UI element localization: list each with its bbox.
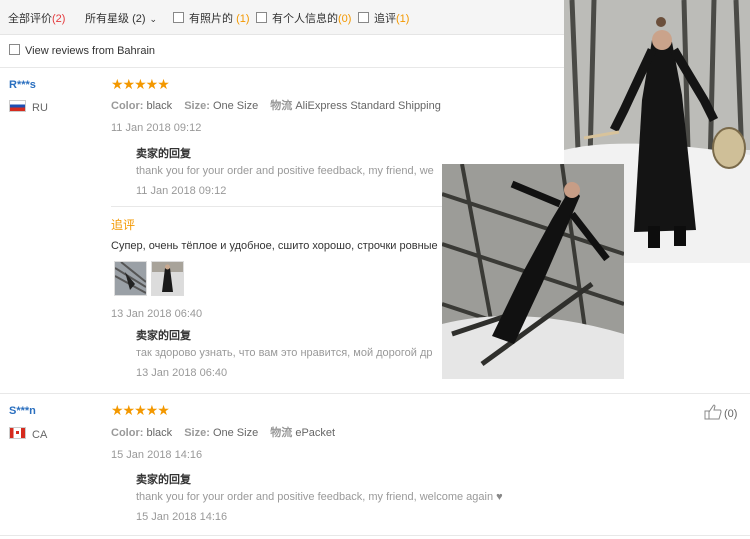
filter-info-label: 有个人信息的: [272, 13, 338, 25]
followup-text: Супер, очень тёплое и удобное, сшито хор…: [111, 240, 438, 252]
review-photo-thumbnail[interactable]: [151, 261, 184, 296]
filter-stars-label: 所有星级: [85, 13, 129, 25]
seller-reply-text: так здорово узнать, что вам это нравится…: [136, 347, 433, 359]
filter-all-label: 全部评价: [8, 13, 52, 25]
seller-reply-title: 卖家的回复: [136, 330, 191, 342]
chevron-down-icon: ⌄: [149, 14, 158, 24]
bahrain-checkbox[interactable]: [9, 44, 20, 55]
shipping-key: 物流: [270, 427, 293, 439]
divider: [0, 393, 750, 394]
filter-stars-dropdown[interactable]: 所有星级 (2) ⌄: [85, 10, 157, 26]
color-key: Color:: [111, 427, 144, 439]
reviewer-name[interactable]: R***s: [9, 79, 36, 91]
followup-date: 13 Jan 2018 06:40: [111, 308, 203, 320]
filter-stars-count: (2): [132, 13, 146, 25]
seller-reply-text: thank you for your order and positive fe…: [136, 165, 434, 177]
followup-checkbox[interactable]: [358, 12, 369, 23]
photo-checkbox[interactable]: [173, 12, 184, 23]
photo-thumb-2-image: [152, 262, 183, 295]
filter-photo-count: (1): [236, 13, 250, 25]
order-attributes: Color: black Size: One Size 物流 ePacket: [111, 424, 344, 440]
customer-photo[interactable]: [442, 164, 624, 379]
customer-photo-image: [442, 164, 624, 379]
like-button[interactable]: (0): [704, 404, 737, 420]
filter-all[interactable]: 全部评价(2): [8, 10, 65, 26]
filter-bahrain-label: View reviews from Bahrain: [25, 45, 156, 57]
reviewer-country: RU: [9, 100, 48, 114]
followup-title: 追评: [111, 218, 136, 232]
reviewer-name[interactable]: S***n: [9, 405, 36, 417]
color-value: black: [146, 100, 173, 112]
filter-bahrain[interactable]: View reviews from Bahrain: [9, 44, 155, 57]
size-value: One Size: [212, 427, 259, 439]
photo-thumb-1-image: [114, 261, 147, 295]
thumbs-up-icon: [704, 404, 722, 420]
reviewer-country: CA: [9, 427, 47, 441]
seller-reply-title: 卖家的回复: [136, 474, 191, 486]
divider: [0, 535, 750, 536]
filter-followup[interactable]: 追评(1): [358, 10, 409, 26]
filter-info[interactable]: 有个人信息的(0): [256, 10, 351, 26]
shipping-value: AliExpress Standard Shipping: [295, 100, 441, 112]
review-date: 15 Jan 2018 14:16: [111, 449, 203, 461]
info-checkbox[interactable]: [256, 12, 267, 23]
seller-reply-date: 15 Jan 2018 14:16: [136, 511, 228, 523]
divider: [111, 206, 451, 207]
color-value: black: [146, 427, 173, 439]
filter-info-count: (0): [338, 13, 352, 25]
seller-reply-title: 卖家的回复: [136, 148, 191, 160]
country-code: RU: [32, 102, 48, 114]
like-count: (0): [724, 408, 738, 420]
seller-reply-text: thank you for your order and positive fe…: [136, 491, 503, 503]
star-rating: ★★★★★: [111, 76, 170, 92]
size-key: Size:: [184, 427, 210, 439]
canada-flag-icon: [9, 427, 26, 439]
review-photo-thumbnail[interactable]: [114, 261, 147, 296]
filter-photo[interactable]: 有照片的 (1): [173, 10, 250, 26]
heart-icon: ♥: [496, 491, 503, 503]
review-date: 11 Jan 2018 09:12: [111, 122, 202, 134]
size-key: Size:: [184, 100, 210, 112]
size-value: One Size: [212, 100, 259, 112]
country-code: CA: [32, 429, 48, 441]
seller-reply-date: 11 Jan 2018 09:12: [136, 185, 227, 197]
seller-reply-body: thank you for your order and positive fe…: [136, 491, 494, 503]
star-rating: ★★★★★: [111, 402, 170, 418]
color-key: Color:: [111, 100, 144, 112]
shipping-value: ePacket: [295, 427, 336, 439]
russia-flag-icon: [9, 100, 26, 112]
filter-photo-label: 有照片的: [189, 13, 233, 25]
filter-all-count: (2): [52, 13, 66, 25]
seller-reply-date: 13 Jan 2018 06:40: [136, 367, 228, 379]
filter-followup-label: 追评: [374, 13, 396, 25]
order-attributes: Color: black Size: One Size 物流 AliExpres…: [111, 97, 450, 113]
shipping-key: 物流: [270, 100, 293, 112]
filter-followup-count: (1): [396, 13, 410, 25]
